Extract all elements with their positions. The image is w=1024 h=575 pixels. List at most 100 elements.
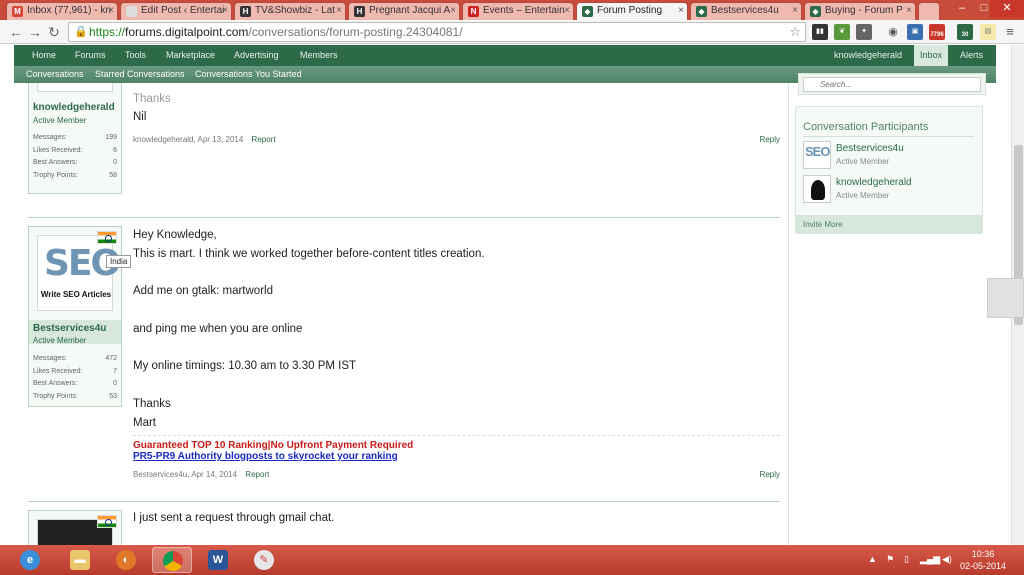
participant-name[interactable]: Bestservices4u [836, 143, 904, 154]
reload-icon[interactable]: ↻ [46, 24, 62, 40]
nav-home[interactable]: Home [32, 45, 56, 66]
report-link[interactable]: Report [245, 470, 269, 479]
close-icon[interactable]: × [222, 3, 228, 19]
bookmark-star-icon[interactable]: ☆ [789, 23, 801, 41]
nav-forums[interactable]: Forums [75, 45, 106, 66]
avatar[interactable] [803, 175, 831, 203]
extension-badge-icon[interactable]: 30 [957, 24, 973, 40]
conversation-participants-panel: Conversation Participants SEO Bestservic… [795, 106, 983, 234]
tab-tv-showbiz[interactable]: H TV&Showbiz - Lat × [234, 2, 346, 20]
mail-count: 7796 [930, 32, 944, 38]
tab-title: Forum Posting [597, 5, 663, 16]
divider [803, 136, 974, 137]
close-icon[interactable]: × [564, 3, 570, 19]
tab-title: Buying - Forum P [825, 5, 903, 16]
nav-advertising[interactable]: Advertising [234, 45, 279, 66]
extension-signal-icon[interactable]: ◉ [885, 24, 901, 40]
participant-name[interactable]: knowledgeherald [836, 177, 912, 188]
search-input[interactable] [803, 77, 981, 92]
close-icon[interactable]: × [450, 3, 456, 19]
india-flag-icon[interactable] [97, 231, 117, 244]
participant-knowledgeherald[interactable]: knowledgeherald Active Member [803, 175, 978, 205]
tray-flag-icon[interactable]: ⚑ [886, 554, 894, 565]
back-arrow-icon[interactable]: ← [8, 24, 24, 40]
menu-icon[interactable]: ≡ [1002, 24, 1018, 40]
extension-puzzle-icon[interactable]: ✦ [856, 24, 872, 40]
close-icon[interactable]: × [678, 3, 684, 19]
tab-events[interactable]: N Events – Entertain × [462, 2, 574, 20]
participant-bestservices4u[interactable]: SEO Bestservices4u Active Member [803, 141, 978, 171]
tray-volume-icon[interactable]: ◀) [942, 554, 952, 565]
taskbar-clock[interactable]: 10:36 02-05-2014 [960, 548, 1006, 572]
stat-trophy-points: Trophy Points: 58 [33, 172, 117, 179]
tab-title: Bestservices4u [711, 5, 779, 16]
subnav-starred-conversations[interactable]: Starred Conversations [95, 66, 185, 83]
start-button[interactable]: e [8, 547, 54, 573]
new-tab-button[interactable] [918, 2, 940, 20]
meta-author[interactable]: Bestservices4u, [133, 470, 189, 479]
taskbar-firefox[interactable]: ◐ [106, 547, 146, 573]
message-line: This is mart. I think we worked together… [133, 248, 485, 260]
close-icon[interactable]: × [108, 3, 114, 19]
tab-edit-post[interactable]: Edit Post ‹ Entertai × [120, 2, 232, 20]
tab-buying-forum[interactable]: ◆ Buying - Forum P × [804, 2, 916, 20]
reply-link[interactable]: Reply [760, 135, 780, 144]
username-link[interactable]: Bestservices4u [33, 323, 106, 334]
tab-title: Events – Entertain [483, 5, 565, 16]
report-link[interactable]: Report [252, 135, 276, 144]
nav-alerts[interactable]: Alerts [960, 45, 983, 66]
window-close-icon[interactable]: ✕ [990, 0, 1024, 18]
signature-line-ranking[interactable]: Guaranteed TOP 10 Ranking|No Upfront Pay… [133, 440, 413, 451]
nav-tools[interactable]: Tools [125, 45, 146, 66]
extension-piano-icon[interactable]: ▮▮ [812, 24, 828, 40]
mail-badge-icon[interactable]: 7796 [929, 24, 945, 40]
taskbar-chrome[interactable] [152, 547, 192, 573]
extension-shield-icon[interactable]: ▣ [907, 24, 923, 40]
browser-tab-strip: M Inbox (77,961) - kn × Edit Post ‹ Ente… [0, 0, 1024, 20]
browser-toolbar: ← → ↻ 🔒 https://forums.digitalpoint.com/… [0, 20, 1024, 44]
nav-inbox[interactable]: Inbox [914, 45, 949, 66]
tray-battery-icon[interactable]: ▯ [904, 554, 909, 565]
nav-members[interactable]: Members [300, 45, 338, 66]
taskbar-word[interactable]: W [198, 547, 238, 573]
message-line: I just sent a request through gmail chat… [133, 512, 335, 524]
message-line: Thanks [133, 93, 171, 105]
nav-username[interactable]: knowledgeherald [834, 45, 902, 66]
tab-forum-posting[interactable]: ◆ Forum Posting × [576, 2, 688, 20]
nav-marketplace[interactable]: Marketplace [166, 45, 215, 66]
subnav-conversations[interactable]: Conversations [26, 66, 84, 83]
avatar[interactable]: SEO [803, 141, 831, 169]
subnav-conversations-you-started[interactable]: Conversations You Started [195, 66, 302, 83]
participant-role: Active Member [836, 157, 890, 166]
forum-icon: ◆ [810, 6, 821, 17]
extension-leaf-icon[interactable]: ❦ [834, 24, 850, 40]
avatar[interactable]: SEO Write SEO Articles [37, 235, 121, 311]
message-line: My online timings: 10.30 am to 3.30 PM I… [133, 360, 357, 372]
tab-gmail[interactable]: M Inbox (77,961) - kn × [6, 2, 118, 20]
close-icon[interactable]: × [906, 3, 912, 19]
reply-link[interactable]: Reply [760, 470, 780, 479]
side-widget-tab[interactable] [987, 278, 1024, 318]
tab-bestservices4u[interactable]: ◆ Bestservices4u × [690, 2, 802, 20]
username-link[interactable]: knowledgeherald [33, 102, 115, 113]
lock-icon: 🔒 [74, 26, 88, 38]
address-bar[interactable]: 🔒 https://forums.digitalpoint.com/conver… [68, 22, 806, 42]
column-divider [788, 83, 789, 545]
signature-link-blogposts[interactable]: PR5-PR9 Authority blogposts to skyrocket… [133, 451, 398, 462]
extension-note-icon[interactable]: ▤ [980, 24, 996, 40]
avatar[interactable] [37, 83, 113, 92]
india-flag-icon[interactable] [97, 515, 117, 528]
meta-author[interactable]: knowledgeherald, [133, 135, 196, 144]
invite-more-button[interactable]: Invite More [796, 215, 982, 234]
tray-arrow-icon[interactable]: ▲ [868, 554, 877, 564]
stat-likes: Likes Received: 6 [33, 147, 117, 154]
message-line: Nil [133, 111, 147, 123]
message-meta: Bestservices4u, Apr 14, 2014 Report [133, 470, 269, 479]
tray-network-icon[interactable]: ▂▄▆ [920, 554, 940, 565]
forward-arrow-icon[interactable]: → [27, 24, 43, 40]
close-icon[interactable]: × [792, 3, 798, 19]
taskbar-paint[interactable]: ✎ [244, 547, 284, 573]
taskbar-explorer[interactable]: ▬ [60, 547, 100, 573]
tab-pregnant-jacqui[interactable]: H Pregnant Jacqui A × [348, 2, 460, 20]
close-icon[interactable]: × [336, 3, 342, 19]
